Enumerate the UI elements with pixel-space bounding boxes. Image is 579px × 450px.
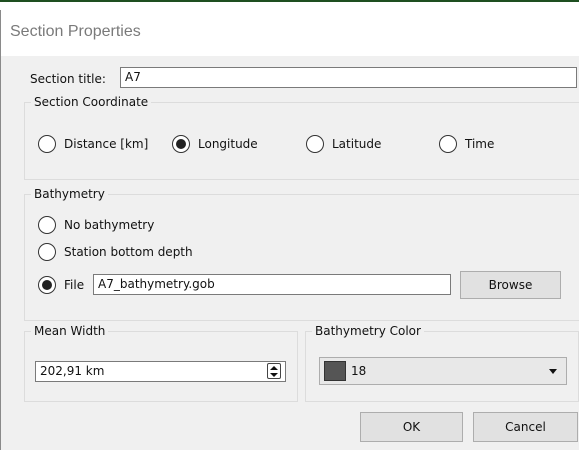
cancel-button[interactable]: Cancel [473,412,578,442]
radio-longitude[interactable] [172,135,190,153]
mean-width-value: 202,91 km [40,364,105,378]
radio-time[interactable] [439,135,457,153]
color-swatch [324,361,346,381]
bathymetry-color-value: 18 [351,364,367,378]
mean-width-spinner[interactable] [267,363,281,379]
radio-station-bottom-depth-label[interactable]: Station bottom depth [64,245,193,259]
radio-latitude-label[interactable]: Latitude [332,137,381,151]
section-properties-dialog: Section Properties Section title: A7 Sec… [0,10,579,450]
chevron-down-icon [549,369,557,374]
radio-no-bathymetry[interactable] [38,216,56,234]
spin-up-icon[interactable] [270,366,278,370]
radio-time-label[interactable]: Time [465,137,494,151]
bathymetry-color-dropdown[interactable]: 18 [319,357,567,385]
radio-latitude[interactable] [306,135,324,153]
bathymetry-color-group-title: Bathymetry Color [312,324,424,338]
spin-down-icon[interactable] [270,373,278,377]
radio-distance-km[interactable] [38,135,56,153]
window-title: Section Properties [10,23,141,40]
mean-width-input[interactable]: 202,91 km [35,361,286,382]
section-coordinate-group-title: Section Coordinate [31,95,152,109]
radio-file-label[interactable]: File [64,278,84,292]
section-title-input[interactable]: A7 [120,67,577,88]
mean-width-group-title: Mean Width [31,324,109,338]
bathymetry-file-input[interactable]: A7_bathymetry.gob [93,274,451,295]
radio-station-bottom-depth[interactable] [38,243,56,261]
radio-no-bathymetry-label[interactable]: No bathymetry [64,218,154,232]
radio-longitude-label[interactable]: Longitude [198,137,258,151]
window-top-edge [0,0,579,10]
radio-file[interactable] [38,276,56,294]
section-title-label: Section title: [30,72,106,86]
title-bar[interactable]: Section Properties [1,10,579,56]
radio-distance-km-label[interactable]: Distance [km] [64,137,148,151]
browse-button[interactable]: Browse [460,271,561,299]
bathymetry-group-title: Bathymetry [31,187,108,201]
ok-button[interactable]: OK [360,412,463,442]
